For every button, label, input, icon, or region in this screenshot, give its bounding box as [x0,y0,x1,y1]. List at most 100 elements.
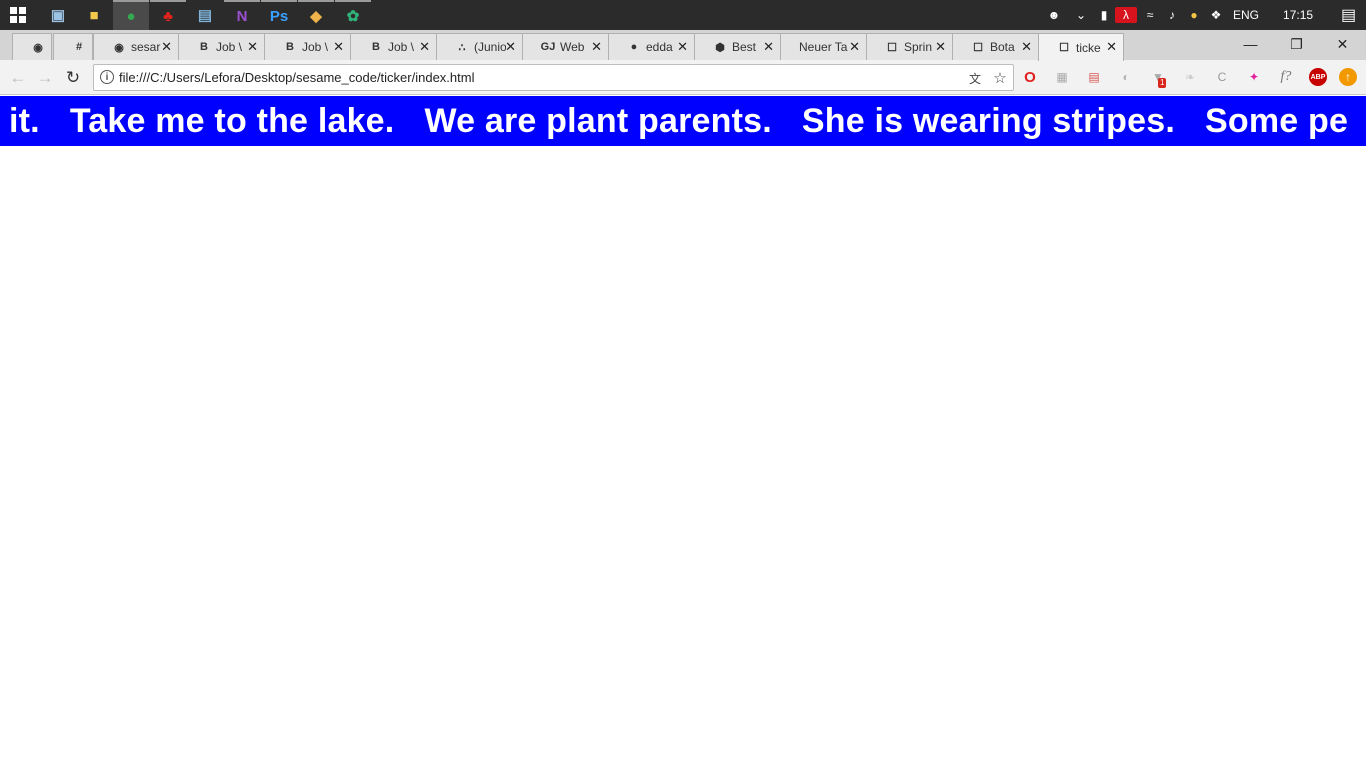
ticker-item: We are plant parents. [424,102,772,140]
tab-title: Best [732,40,757,54]
notification-badge: 1 [1158,78,1167,88]
page-icon: ☐ [1059,42,1069,54]
browser-tab[interactable]: ☐ Sprin ✕ [866,33,953,60]
chevron-up-icon[interactable]: ⌄ [1069,8,1093,22]
url-text[interactable]: file:///C:/Users/Lefora/Desktop/sesame_c… [119,70,474,85]
volume-icon[interactable]: ♪ [1161,8,1183,22]
close-tab-icon[interactable]: ✕ [419,39,430,55]
weather-icon[interactable]: ● [1183,8,1205,22]
close-tab-icon[interactable]: ✕ [677,39,688,55]
photoshop-taskbar-button[interactable]: Ps [261,0,297,30]
gitkraken-taskbar-button[interactable]: ✿ [335,0,371,30]
hexagon-icon: ⬢ [715,41,725,54]
language-indicator[interactable]: ENG [1233,8,1259,22]
back-button[interactable]: ← [7,67,29,89]
dropbox-icon[interactable]: ❖ [1205,8,1227,22]
adblock-plus-icon[interactable]: ABP [1309,68,1327,86]
close-tab-icon[interactable]: ✕ [1106,39,1117,55]
browser-tab[interactable]: GJ Web ✕ [522,33,609,60]
close-tab-icon[interactable]: ✕ [591,39,602,55]
close-tab-icon[interactable]: ✕ [333,39,344,55]
chrome-icon: ● [126,7,136,25]
shield-icon[interactable]: ▼ 1 [1149,68,1167,88]
restore-button[interactable]: ❐ [1274,30,1319,58]
update-icon[interactable]: ↑ [1339,68,1357,86]
function-icon[interactable]: f? [1277,68,1295,86]
browser-tab[interactable]: ● edda ✕ [608,33,695,60]
minimize-button[interactable]: — [1228,30,1273,58]
browser-tab[interactable]: B Job \ ✕ [178,33,265,60]
notepad-icon: ▤ [197,7,213,24]
windows-taskbar: ▣ ■ ● ♣ ▤ N Ps ◆ ✿ ☻ ⌄ ▮ λ ≈ ♪ ● ❖ ENG 17:15 ▤ [0,0,1366,30]
close-tab-icon[interactable]: ✕ [935,39,946,55]
gitkraken-icon: ✿ [346,8,360,25]
b-letter-icon: B [200,41,208,53]
chrome-taskbar-button[interactable]: ● [113,0,149,30]
git-taskbar-button[interactable]: ◆ [298,0,334,30]
duckduckgo-icon: ● [630,41,638,53]
onenote-taskbar-button[interactable]: N [224,0,260,30]
action-center-icon[interactable]: ▤ [1341,5,1356,25]
close-tab-icon[interactable]: ✕ [763,39,774,55]
address-bar[interactable]: i file:///C:/Users/Lefora/Desktop/sesame… [93,64,1014,91]
browser-tab[interactable]: # [53,33,93,60]
news-ticker: it. Take me to the lake. We are plant pare… [0,96,1366,146]
photos-app-taskbar-button[interactable]: ▣ [40,0,76,30]
close-tab-icon[interactable]: ✕ [161,39,172,55]
tab-title: Job \ [216,40,243,54]
opera-icon[interactable]: O [1021,68,1039,86]
site-info-icon[interactable]: i [100,70,114,84]
file-explorer-icon: ■ [89,6,99,24]
calendar-icon[interactable]: ▤ [1085,68,1103,86]
git-icon: ◆ [310,8,322,25]
color-picker-icon[interactable]: ✦ [1245,68,1263,86]
acrobat-icon: ♣ [163,7,173,25]
browser-tab[interactable]: ◉ [12,33,52,60]
browser-tab[interactable]: B Job \ ✕ [350,33,437,60]
tab-title: edda [646,40,673,54]
browser-tab[interactable]: Neuer Ta ✕ [780,33,867,60]
ticker-item: Some pe [1204,102,1349,140]
close-tab-icon[interactable]: ✕ [849,39,860,55]
tab-title: ticke [1076,40,1101,55]
moon-icon[interactable]: ◐ [1117,68,1135,86]
people-icon[interactable]: ☻ [1043,8,1065,22]
ticker-item: Take me to the lake. [69,102,395,140]
close-tab-icon[interactable]: ✕ [505,39,516,55]
photoshop-icon: Ps [269,7,289,25]
tab-title: Job \ [388,40,415,54]
extension-grid-icon[interactable]: ▦ [1053,68,1071,86]
browser-tab[interactable]: ◉ sesar ✕ [93,33,179,60]
file-explorer-taskbar-button[interactable]: ■ [76,0,112,30]
onenote-icon: N [236,7,248,25]
wifi-icon[interactable]: ≈ [1139,8,1161,22]
reload-button[interactable]: ↻ [62,67,84,89]
tab-title: (Junio [474,40,506,54]
close-tab-icon[interactable]: ✕ [1021,39,1032,55]
page-content [0,146,1366,768]
browser-tab[interactable]: B Job \ ✕ [264,33,351,60]
tab-title: Web [560,40,585,54]
b-letter-icon: B [286,41,294,53]
browser-tab[interactable]: ☐ ticke ✕ [1038,33,1124,61]
browser-tab[interactable]: ∴ (Junio ✕ [436,33,523,60]
b-letter-icon: B [372,41,380,53]
windows-start-button[interactable] [0,0,36,30]
translate-icon[interactable]: 文 [966,69,984,87]
gj-icon: GJ [540,41,556,53]
close-window-button[interactable]: ✕ [1320,30,1365,58]
forward-button[interactable]: → [34,67,56,89]
browser-tab[interactable]: ⬢ Best ✕ [694,33,781,60]
acrobat-taskbar-button[interactable]: ♣ [150,0,186,30]
leaf-icon[interactable]: ❧ [1181,68,1199,86]
avira-icon[interactable]: λ [1115,7,1137,23]
browser-tab[interactable]: ☐ Bota ✕ [952,33,1039,60]
tab-title: Job \ [302,40,329,54]
clock[interactable]: 17:15 [1283,8,1313,22]
c-icon[interactable]: C [1213,68,1231,86]
bookmark-star-icon[interactable]: ☆ [991,69,1009,87]
close-tab-icon[interactable]: ✕ [247,39,258,55]
battery-icon[interactable]: ▮ [1093,8,1115,22]
notepad-taskbar-button[interactable]: ▤ [187,0,223,30]
page-icon: ☐ [973,41,983,54]
